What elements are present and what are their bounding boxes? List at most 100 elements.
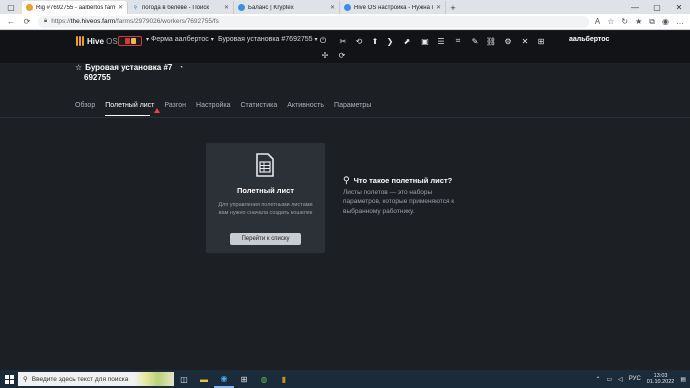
search-icon: ⚲	[23, 376, 28, 383]
tab-settings[interactable]: Настройка	[196, 102, 236, 116]
hive-logo-icon	[76, 36, 84, 46]
lock-icon: 🔒︎	[44, 18, 48, 24]
flag-icon	[130, 38, 136, 44]
username[interactable]: аальбертос	[569, 36, 609, 43]
logo-sub: OS	[106, 36, 118, 46]
windows-start-icon[interactable]	[0, 370, 18, 388]
app-icon[interactable]: ◍	[254, 370, 274, 388]
close-icon[interactable]: ✕	[118, 4, 123, 11]
close-icon[interactable]: ✕	[330, 4, 335, 11]
tab-title: Rig #7692755 - aalbertos farm	[36, 4, 115, 11]
refresh-icon[interactable]: ⟳	[22, 17, 32, 26]
wifi-icon: ◔	[179, 64, 183, 71]
file-explorer-icon[interactable]: ▬	[194, 370, 214, 388]
link-icon[interactable]: ⛓	[486, 36, 496, 46]
tab-label: Разгон	[164, 102, 187, 109]
tab-activity[interactable]: Активность	[287, 102, 330, 116]
refresh-extension-icon[interactable]: ↻	[621, 17, 628, 27]
browser-tab-strip: ▢ Rig #7692755 - aalbertos farm ✕ ⚲ пого…	[0, 0, 690, 14]
browser-tab[interactable]: Баланс | Kryptex ✕	[234, 1, 340, 14]
favorite-star-icon[interactable]: ☆	[607, 17, 614, 27]
tab-label: Полетный лист	[105, 102, 155, 109]
info-title-text: Что такое полетный лист?	[353, 176, 453, 185]
taskbar: ⚲ Введите здесь текст для поиска ◫ ▬ ◉ ⊞…	[0, 370, 690, 388]
fan-icon[interactable]: ✢	[320, 50, 330, 60]
maximize-icon[interactable]: ▢	[646, 0, 668, 14]
reboot-icon[interactable]: ⟲	[354, 36, 364, 46]
tag-icon[interactable]: ⌗	[453, 36, 463, 46]
system-tray: ⌃ ▭ ◁ РУС 13:03 01.10.2022 ▤	[595, 370, 686, 388]
logo-main: Hive	[87, 36, 104, 46]
network-icon[interactable]: ⊞	[536, 36, 546, 46]
close-icon[interactable]: ✕	[224, 4, 229, 11]
address-bar: ← ⟳ 🔒︎ https://the.hiveos.farm/farms/297…	[0, 14, 690, 30]
minimize-icon[interactable]: —	[624, 0, 646, 14]
favorites-icon[interactable]: ★	[635, 17, 642, 27]
remote-access-icon[interactable]: ⬈	[402, 36, 412, 46]
read-aloud-icon[interactable]: A	[595, 17, 600, 27]
close-icon[interactable]: ✕	[436, 4, 441, 11]
tab-title: Hive OS настройка - Нужна пом	[354, 4, 433, 11]
taskbar-search-input[interactable]: ⚲ Введите здесь текст для поиска	[18, 372, 174, 386]
rig-title: ☆ Буровая установка #7 ◔	[75, 63, 183, 72]
network-icon[interactable]: ▭	[606, 376, 612, 383]
power-icon[interactable]: ⏻	[318, 36, 328, 46]
url-scheme: https://	[51, 18, 71, 25]
rig-title-text: Буровая установка #7	[85, 63, 173, 72]
tab-statistics[interactable]: Статистика	[241, 102, 284, 116]
go-to-list-button[interactable]: Перейти к списку	[230, 233, 301, 245]
volume-icon[interactable]: ◁	[618, 376, 623, 383]
task-view-icon[interactable]: ◫	[174, 370, 194, 388]
collections-icon[interactable]: ⧉	[649, 17, 655, 27]
favorite-star-icon[interactable]: ☆	[75, 63, 82, 72]
upgrade-icon[interactable]: ⬆	[370, 36, 380, 46]
store-icon[interactable]: ⊞	[234, 370, 254, 388]
flight-sheet-card: Полетный лист Для управления полетными л…	[206, 143, 325, 253]
browser-tab[interactable]: ⚲ погода в белёве - Поиск ✕	[128, 1, 234, 14]
warning-icon	[154, 108, 161, 113]
notifications-icon[interactable]: ▤	[680, 376, 686, 383]
url-field[interactable]: 🔒︎ https://the.hiveos.farm/farms/2979026…	[38, 15, 589, 28]
browser-tab[interactable]: Hive OS настройка - Нужна пом ✕	[340, 1, 446, 14]
search-icon: ⚲	[133, 4, 138, 11]
language-indicator[interactable]: РУС	[629, 376, 641, 382]
browser-tab[interactable]: Rig #7692755 - aalbertos farm ✕	[22, 1, 128, 14]
chevron-up-icon[interactable]: ⌃	[595, 376, 600, 383]
clock[interactable]: 13:03 01.10.2022	[647, 373, 675, 386]
worker-label: Буровая установка #7692755	[218, 36, 313, 43]
close-icon[interactable]: ✕	[520, 36, 530, 46]
tools-icon[interactable]: ✂	[338, 36, 348, 46]
close-window-icon[interactable]: ✕	[668, 0, 690, 14]
tab-flight-sheet[interactable]: Полетный лист	[105, 102, 161, 116]
app-header: Hive OS ▾ Ферма аалбертос ▾ Буровая уста…	[0, 31, 690, 63]
sync-icon[interactable]: ⟳	[337, 50, 347, 60]
browser-menu-icon[interactable]: ▢	[0, 0, 22, 14]
more-icon[interactable]: …	[676, 17, 684, 27]
window-controls: — ▢ ✕	[624, 0, 690, 14]
edit-icon[interactable]: ✎	[470, 36, 480, 46]
tab-label: Параметры	[334, 102, 372, 109]
profile-icon[interactable]: ◉	[662, 17, 669, 27]
settings-icon[interactable]: ⚙	[503, 36, 513, 46]
back-icon[interactable]: ←	[6, 17, 16, 26]
tab-parameters[interactable]: Параметры	[334, 102, 377, 116]
farm-label: Ферма аалбертос	[151, 36, 209, 43]
url-host: the.hiveos.farm	[70, 18, 116, 25]
worker-breadcrumb[interactable]: Буровая установка #7692755 ▾	[218, 36, 318, 43]
flag-icon	[124, 38, 130, 44]
new-tab-button[interactable]: +	[446, 1, 460, 14]
tab-overclocking[interactable]: Разгон	[164, 102, 192, 116]
farm-breadcrumb[interactable]: ▾ Ферма аалбертос ▾	[146, 36, 214, 43]
tab-label: Статистика	[240, 102, 278, 109]
tab-overview[interactable]: Обзор	[75, 102, 101, 116]
farm-flag-badge[interactable]	[118, 36, 142, 46]
tab-title: погода в белёве - Поиск	[142, 4, 209, 11]
list-icon[interactable]: ☰	[436, 36, 446, 46]
image-icon[interactable]: ▣	[420, 36, 430, 46]
tab-label: Обзор	[75, 102, 96, 109]
edge-icon[interactable]: ◉	[214, 370, 234, 388]
app-icon[interactable]: ▮	[274, 370, 294, 388]
tab-label: Активность	[287, 102, 325, 109]
terminal-icon[interactable]: ❯	[385, 36, 395, 46]
hive-logo[interactable]: Hive OS	[76, 36, 118, 46]
